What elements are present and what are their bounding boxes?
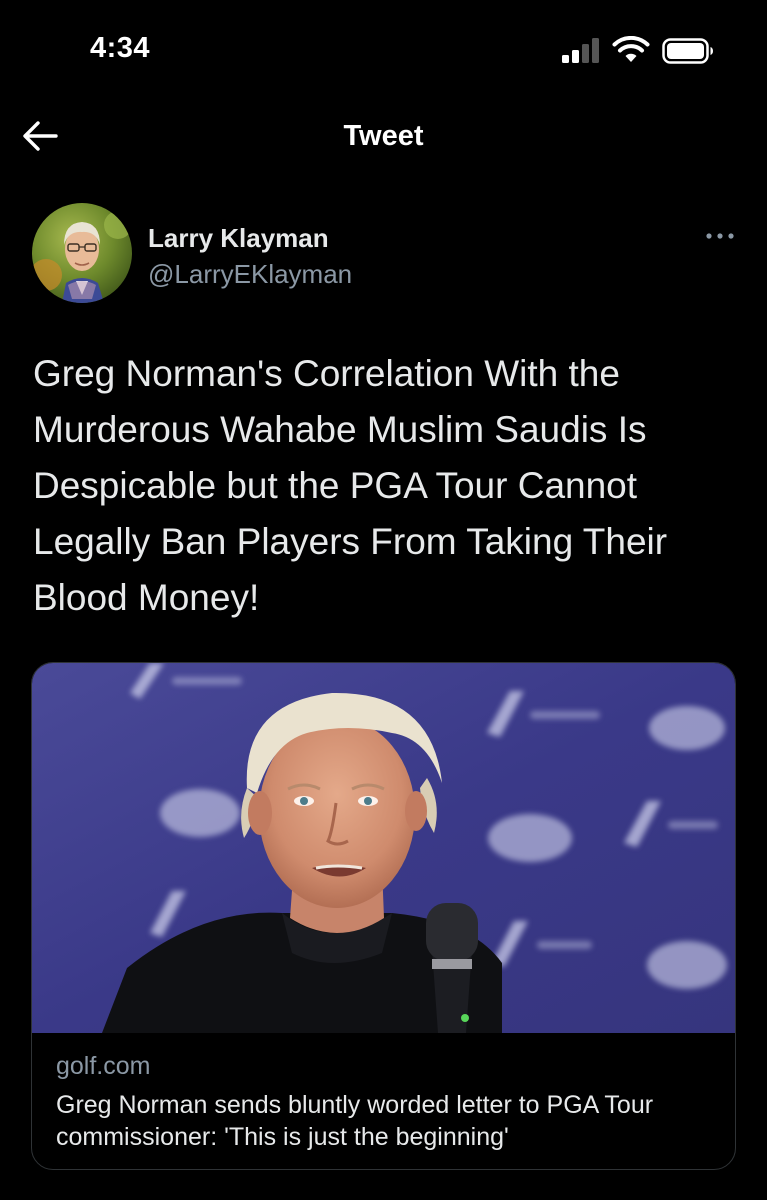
more-options-icon[interactable] <box>704 227 736 245</box>
status-time: 4:34 <box>90 32 151 64</box>
article-photo <box>32 663 735 1033</box>
battery-icon <box>662 38 713 64</box>
avatar-image <box>32 203 132 303</box>
tweet-text: Greg Norman's Correlation With the Murde… <box>33 353 668 618</box>
cellular-signal-icon <box>562 38 599 63</box>
wifi-icon <box>612 36 650 62</box>
link-title: Greg Norman sends bluntly worded letter … <box>56 1091 654 1151</box>
tweet-author: Larry Klayman @LarryEKlayman <box>32 203 742 307</box>
avatar[interactable] <box>32 203 132 303</box>
author-handle[interactable]: @LarryEKlayman <box>148 259 352 290</box>
nav-bar: Tweet <box>0 100 767 180</box>
status-bar: 4:34 <box>0 0 767 100</box>
link-card[interactable]: golf.com Greg Norman sends bluntly worde… <box>31 662 736 1170</box>
link-domain: golf.com <box>56 1052 151 1080</box>
author-name[interactable]: Larry Klayman <box>148 223 329 254</box>
page-title: Tweet <box>343 120 424 152</box>
